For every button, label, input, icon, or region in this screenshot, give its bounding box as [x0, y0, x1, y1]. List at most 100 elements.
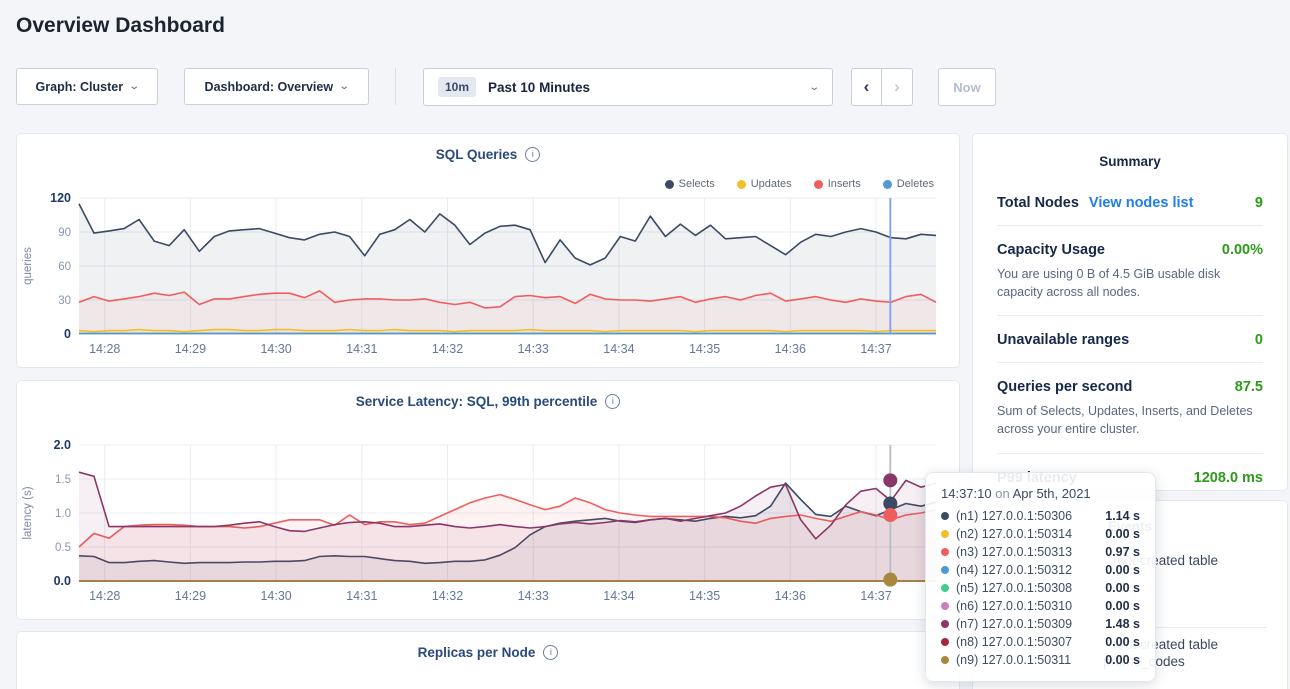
graph-selector-label: Graph: Cluster	[36, 80, 124, 94]
time-range-label: Past 10 Minutes	[488, 80, 590, 95]
summary-row-unavailable-ranges: Unavailable ranges 0	[997, 316, 1263, 363]
capacity-usage-label: Capacity Usage	[997, 242, 1105, 258]
node-address: (n6) 127.0.0.1:50310	[956, 599, 1072, 613]
tooltip-node-row: (n3) 127.0.0.1:503130.97 s	[941, 543, 1140, 561]
now-button: Now	[938, 68, 996, 106]
node-color-dot-icon	[941, 512, 949, 520]
legend-item-selects[interactable]: Selects	[665, 178, 715, 190]
info-icon[interactable]: i	[543, 645, 558, 660]
queries-per-second-value: 87.5	[1235, 379, 1263, 395]
svg-text:14:35: 14:35	[689, 589, 720, 603]
summary-title: Summary	[973, 134, 1287, 169]
svg-text:14:34: 14:34	[603, 342, 634, 356]
node-color-dot-icon	[941, 566, 949, 574]
node-address: (n1) 127.0.0.1:50306	[956, 509, 1072, 523]
time-range-badge: 10m	[438, 77, 476, 97]
legend-dot-icon	[737, 180, 746, 189]
node-latency-value: 1.14 s	[1105, 509, 1140, 523]
node-latency-value: 0.00 s	[1105, 599, 1140, 613]
sql-queries-legend: Selects Updates Inserts Deletes	[665, 178, 934, 190]
unavailable-ranges-value: 0	[1255, 332, 1263, 348]
replicas-per-node-title: Replicas per Node	[418, 645, 536, 660]
node-color-dot-icon	[941, 620, 949, 628]
svg-text:30: 30	[58, 295, 71, 307]
svg-text:14:34: 14:34	[603, 589, 634, 603]
legend-dot-icon	[814, 180, 823, 189]
svg-text:14:37: 14:37	[860, 342, 891, 356]
queries-per-second-desc: Sum of Selects, Updates, Inserts, and De…	[997, 402, 1263, 438]
svg-text:90: 90	[58, 227, 71, 239]
node-latency-value: 0.00 s	[1105, 563, 1140, 577]
total-nodes-label: Total Nodes	[997, 195, 1079, 211]
service-latency-chart[interactable]: 0.00.51.01.52.014:2814:2914:3014:3114:32…	[17, 437, 959, 613]
svg-text:14:30: 14:30	[260, 342, 291, 356]
legend-item-updates[interactable]: Updates	[737, 178, 792, 190]
view-nodes-list-link[interactable]: View nodes list	[1089, 195, 1194, 211]
service-latency-title: Service Latency: SQL, 99th percentile	[356, 394, 598, 409]
info-icon[interactable]: i	[525, 147, 540, 162]
svg-text:0.5: 0.5	[55, 542, 71, 554]
node-color-dot-icon	[941, 584, 949, 592]
node-address: (n7) 127.0.0.1:50309	[956, 617, 1072, 631]
time-nav-group: ‹ ›	[851, 68, 913, 106]
chevron-down-icon: ⌄	[338, 81, 350, 92]
sql-queries-title: SQL Queries	[436, 147, 518, 162]
dashboard-selector-dropdown[interactable]: Dashboard: Overview ⌄	[184, 68, 369, 105]
node-address: (n5) 127.0.0.1:50308	[956, 581, 1072, 595]
summary-row-total-nodes: Total Nodes View nodes list 9	[997, 179, 1263, 226]
tooltip-node-row: (n9) 127.0.0.1:503110.00 s	[941, 651, 1140, 669]
svg-text:0: 0	[64, 327, 71, 341]
svg-text:14:29: 14:29	[175, 589, 206, 603]
legend-item-inserts[interactable]: Inserts	[814, 178, 861, 190]
svg-text:14:30: 14:30	[260, 589, 291, 603]
chevron-down-icon: ⌄	[808, 82, 820, 93]
node-color-dot-icon	[941, 656, 949, 664]
svg-text:14:28: 14:28	[89, 342, 120, 356]
tooltip-node-row: (n4) 127.0.0.1:50312 0.00 s	[941, 561, 1140, 579]
overview-dashboard-page: Overview Dashboard Graph: Cluster ⌄ Dash…	[0, 0, 1290, 689]
time-range-selector[interactable]: 10m Past 10 Minutes ⌄	[423, 68, 833, 106]
svg-text:1.5: 1.5	[55, 474, 71, 486]
node-address: (n2) 127.0.0.1:50314	[956, 527, 1072, 541]
node-latency-value: 0.00 s	[1105, 653, 1140, 667]
node-color-dot-icon	[941, 548, 949, 556]
service-latency-panel: Service Latency: SQL, 99th percentile i …	[16, 380, 960, 620]
svg-text:0.0: 0.0	[54, 574, 71, 588]
controls-row: Graph: Cluster ⌄ Dashboard: Overview ⌄ 1…	[0, 68, 1290, 106]
replicas-per-node-panel: Replicas per Node i	[16, 631, 960, 689]
legend-dot-icon	[883, 180, 892, 189]
time-prev-button[interactable]: ‹	[851, 68, 882, 106]
queries-per-second-label: Queries per second	[997, 379, 1132, 395]
node-color-dot-icon	[941, 638, 949, 646]
tooltip-node-row: (n2) 127.0.0.1:503140.00 s	[941, 525, 1140, 543]
node-latency-value: 0.97 s	[1105, 545, 1140, 559]
svg-text:14:37: 14:37	[860, 589, 891, 603]
node-address: (n8) 127.0.0.1:50307	[956, 635, 1072, 649]
graph-selector-dropdown[interactable]: Graph: Cluster ⌄	[16, 68, 158, 105]
node-latency-value: 0.00 s	[1105, 635, 1140, 649]
sql-queries-panel: SQL Queries i Selects Updates Inserts Delet…	[16, 133, 960, 368]
p99-latency-value: 1208.0 ms	[1194, 470, 1263, 486]
controls-divider	[395, 68, 396, 105]
svg-text:14:31: 14:31	[346, 342, 377, 356]
y-axis-label: latency (s)	[22, 486, 34, 539]
node-latency-value: 1.48 s	[1105, 617, 1140, 631]
node-address: (n4) 127.0.0.1:50312	[956, 563, 1072, 577]
info-icon[interactable]: i	[605, 394, 620, 409]
svg-text:120: 120	[50, 191, 71, 205]
svg-text:14:32: 14:32	[432, 342, 463, 356]
svg-text:60: 60	[58, 261, 71, 273]
svg-text:14:33: 14:33	[518, 589, 549, 603]
svg-text:14:29: 14:29	[175, 342, 206, 356]
sql-queries-chart[interactable]: 030609012014:2814:2914:3014:3114:3214:33…	[17, 190, 959, 366]
summary-row-queries-per-second: Queries per second 87.5 Sum of Selects, …	[997, 363, 1263, 453]
tooltip-node-row: (n8) 127.0.0.1:50307 0.00 s	[941, 633, 1140, 651]
summary-row-capacity-usage: Capacity Usage 0.00% You are using 0 B o…	[997, 226, 1263, 316]
y-axis-label: queries	[22, 247, 34, 285]
unavailable-ranges-label: Unavailable ranges	[997, 332, 1129, 348]
legend-item-deletes[interactable]: Deletes	[883, 178, 934, 190]
total-nodes-value: 9	[1255, 195, 1263, 211]
svg-text:14:36: 14:36	[775, 589, 806, 603]
tooltip-node-row: (n1) 127.0.0.1:50306 1.14 s	[941, 507, 1140, 525]
chevron-down-icon: ⌄	[128, 81, 140, 92]
